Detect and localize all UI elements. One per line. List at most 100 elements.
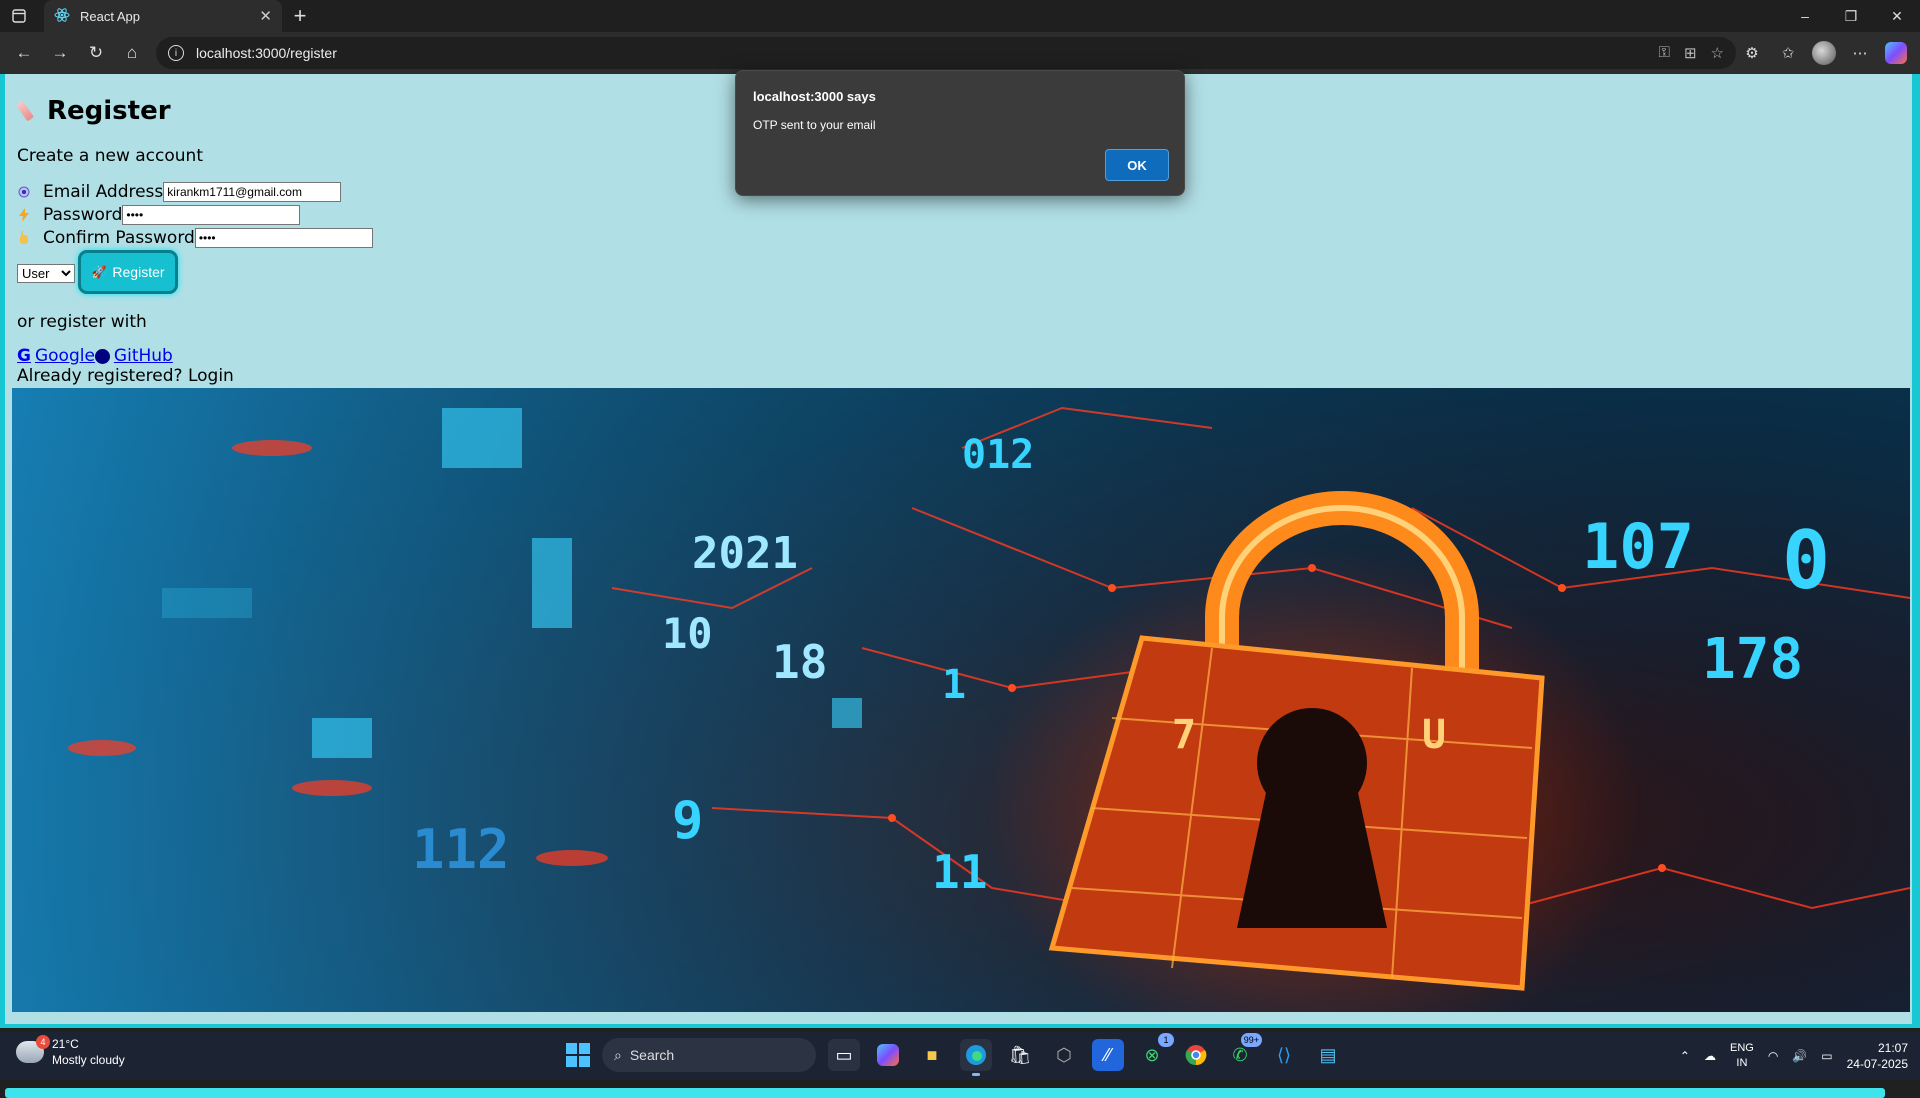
reload-icon[interactable]: ↻ [78,37,114,69]
vscode-icon[interactable]: ⟨⟩ [1268,1039,1300,1071]
close-window-icon[interactable]: ✕ [1874,0,1920,32]
hero-digit: 178 [1702,627,1803,692]
onedrive-icon[interactable]: ☁ [1704,1049,1716,1063]
rocket-icon: 🚀 [91,265,107,279]
register-button-label: Register [112,264,165,280]
browser-tab[interactable]: React App ✕ [44,0,282,32]
or-register-text: or register with [17,312,147,332]
weather-widget[interactable]: 4 21°C Mostly cloudy [16,1035,125,1068]
page-viewport: Register Create a new account Email Addr… [0,74,1920,1098]
site-info-icon[interactable]: i [168,45,184,61]
system-tray: ⌃ ☁ ENG IN ◠ 🔊 ▭ 21:07 24-07-2025 [1680,1032,1908,1080]
weather-desc: Mostly cloudy [52,1053,125,1067]
address-bar[interactable]: i localhost:3000/register ⚿ ⊞ ☆ [156,37,1736,69]
profile-avatar[interactable] [1810,39,1838,67]
alert-ok-button[interactable]: OK [1105,149,1169,181]
chevron-up-icon[interactable]: ⌃ [1680,1049,1690,1063]
page-title: Register [17,96,171,126]
language-indicator[interactable]: ENG IN [1730,1041,1754,1071]
horizontal-scrollbar[interactable] [5,1088,1885,1098]
password-row: Password [17,205,301,225]
password-key-icon[interactable]: ⚿ [1659,44,1670,62]
file-explorer-icon[interactable]: ■ [916,1039,948,1071]
extensions-icon[interactable]: ⚙ [1738,39,1766,67]
favorites-icon[interactable]: ✩ [1774,39,1802,67]
lang-primary: ENG [1729,1042,1754,1054]
role-select[interactable]: User [17,264,75,283]
email-field[interactable] [163,182,342,202]
email-row: Email Address [17,182,342,202]
restore-icon[interactable]: ❐ [1828,0,1874,32]
edge-icon[interactable] [960,1039,992,1076]
taskbar-apps: ⌕ Search ▭ ■ 🛍 ⬡ ⁄⁄ ⊗ 1 ✆ 99+ ⟨⟩ ▤ [566,1033,1344,1076]
clock-time: 21:07 [1877,1041,1908,1055]
url-text: localhost:3000/register [196,45,337,61]
clock[interactable]: 21:07 24-07-2025 [1847,1040,1908,1072]
search-label: Search [629,1047,675,1063]
app-icon-gray[interactable]: ⬡ [1048,1039,1080,1071]
start-icon[interactable] [566,1043,590,1067]
new-tab-icon[interactable]: + [282,0,318,32]
store-icon[interactable]: 🛍 [1004,1039,1036,1071]
copilot-app-icon[interactable] [872,1039,904,1071]
wifi-icon[interactable]: ◠ [1768,1049,1778,1063]
hero-digit: 2021 [692,528,798,579]
confirm-password-field[interactable] [194,228,373,248]
chrome-icon[interactable] [1180,1039,1212,1071]
page-subtitle: Create a new account [17,146,203,166]
whatsapp-icon[interactable]: ✆ 99+ [1224,1033,1262,1071]
browser-toolbar: ← → ↻ ⌂ i localhost:3000/register ⚿ ⊞ ☆ … [0,32,1920,74]
register-page: Register Create a new account Email Addr… [5,74,1912,1024]
weather-badge: 4 [36,1035,50,1049]
google-link[interactable]: G Google [17,346,95,366]
weather-icon: 4 [16,1035,50,1063]
clock-date: 24-07-2025 [1846,1057,1908,1071]
hero-digit: 11 [932,845,987,899]
browser-titlebar: React App ✕ + – ❐ ✕ [0,0,1920,32]
app-icon-blue[interactable]: ⁄⁄ [1092,1039,1124,1071]
hero-digit: U [1422,712,1446,758]
google-label: Google [34,346,95,366]
github-label: GitHub [113,346,173,366]
login-link[interactable]: Already registered? Login [17,366,234,386]
favorite-star-icon[interactable]: ☆ [1711,44,1724,62]
xbox-badge: 1 [1158,1033,1174,1047]
battery-icon[interactable]: ▭ [1821,1049,1832,1063]
memo-icon [17,99,37,123]
lang-region: IN [1736,1057,1748,1069]
minimize-icon[interactable]: – [1782,0,1828,32]
home-icon[interactable]: ⌂ [114,37,150,69]
hero-digit: 18 [772,635,827,689]
tab-title: React App [80,8,140,24]
password-field[interactable] [122,205,301,225]
weather-temp: 21°C [52,1037,79,1051]
github-link[interactable]: GitHub [94,346,173,366]
lightning-icon [17,208,31,222]
alert-dialog: localhost:3000 says OTP sent to your ema… [735,70,1185,196]
confirm-row: Confirm Password [17,228,373,248]
tab-actions-icon[interactable] [0,0,38,32]
email-icon [17,185,31,199]
google-icon: G [17,346,31,366]
tab-close-icon[interactable]: ✕ [259,7,272,25]
forward-icon[interactable]: → [42,37,78,69]
page-title-text: Register [47,96,171,126]
task-view-icon[interactable]: ▭ [828,1039,860,1071]
copilot-icon[interactable] [1882,39,1910,67]
alert-title: localhost:3000 says [753,89,876,104]
github-icon [94,348,110,364]
hero-digit: 0 [1782,514,1830,607]
taskbar: 4 21°C Mostly cloudy ⌕ Search ▭ ■ 🛍 ⬡ ⁄⁄… [0,1032,1920,1080]
taskbar-search[interactable]: ⌕ Search [602,1038,816,1072]
password-label: Password [43,205,123,225]
register-button[interactable]: 🚀 Register [78,250,178,294]
app-available-icon[interactable]: ⊞ [1684,44,1697,62]
volume-icon[interactable]: 🔊 [1792,1049,1807,1063]
notepad-icon[interactable]: ▤ [1312,1039,1344,1071]
back-icon[interactable]: ← [6,37,42,69]
hero-digit: 9 [672,791,703,851]
hero-digit: 7 [1172,712,1196,758]
hero-digit: 10 [662,609,713,658]
xbox-icon[interactable]: ⊗ 1 [1136,1033,1174,1071]
more-menu-icon[interactable]: ⋯ [1846,39,1874,67]
